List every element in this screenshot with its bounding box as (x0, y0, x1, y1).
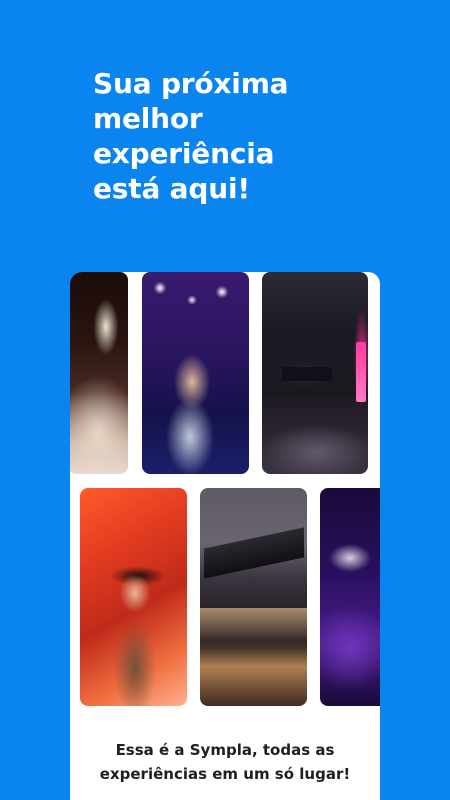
caption-line: experiências em um só lugar! (99, 765, 351, 783)
event-gallery-card: Essa é a Sympla, todas as experiências e… (70, 272, 380, 800)
performer-with-hat-photo (80, 488, 187, 706)
caption-line: Essa é a Sympla, todas as (115, 741, 335, 759)
museum-roof (204, 527, 304, 579)
singer-on-stage-photo (142, 272, 249, 474)
conference-audience-photo (262, 272, 368, 474)
caption: Essa é a Sympla, todas as experiências e… (70, 738, 380, 786)
headline-line: Sua próxima (93, 67, 289, 100)
headline-line: melhor (93, 102, 203, 135)
concert-crowd-photo (70, 272, 128, 474)
headline-line: experiência (93, 137, 275, 170)
museum-at-night-photo (200, 488, 307, 706)
onboarding-screen: Sua próxima melhor experiência está aqui… (0, 0, 450, 800)
stage-light (356, 342, 366, 402)
headline: Sua próxima melhor experiência está aqui… (93, 66, 393, 206)
purple-stage-photo (320, 488, 380, 706)
stage-screen (282, 367, 332, 381)
city-lights (200, 608, 307, 648)
headline-line: está aqui! (93, 172, 250, 205)
